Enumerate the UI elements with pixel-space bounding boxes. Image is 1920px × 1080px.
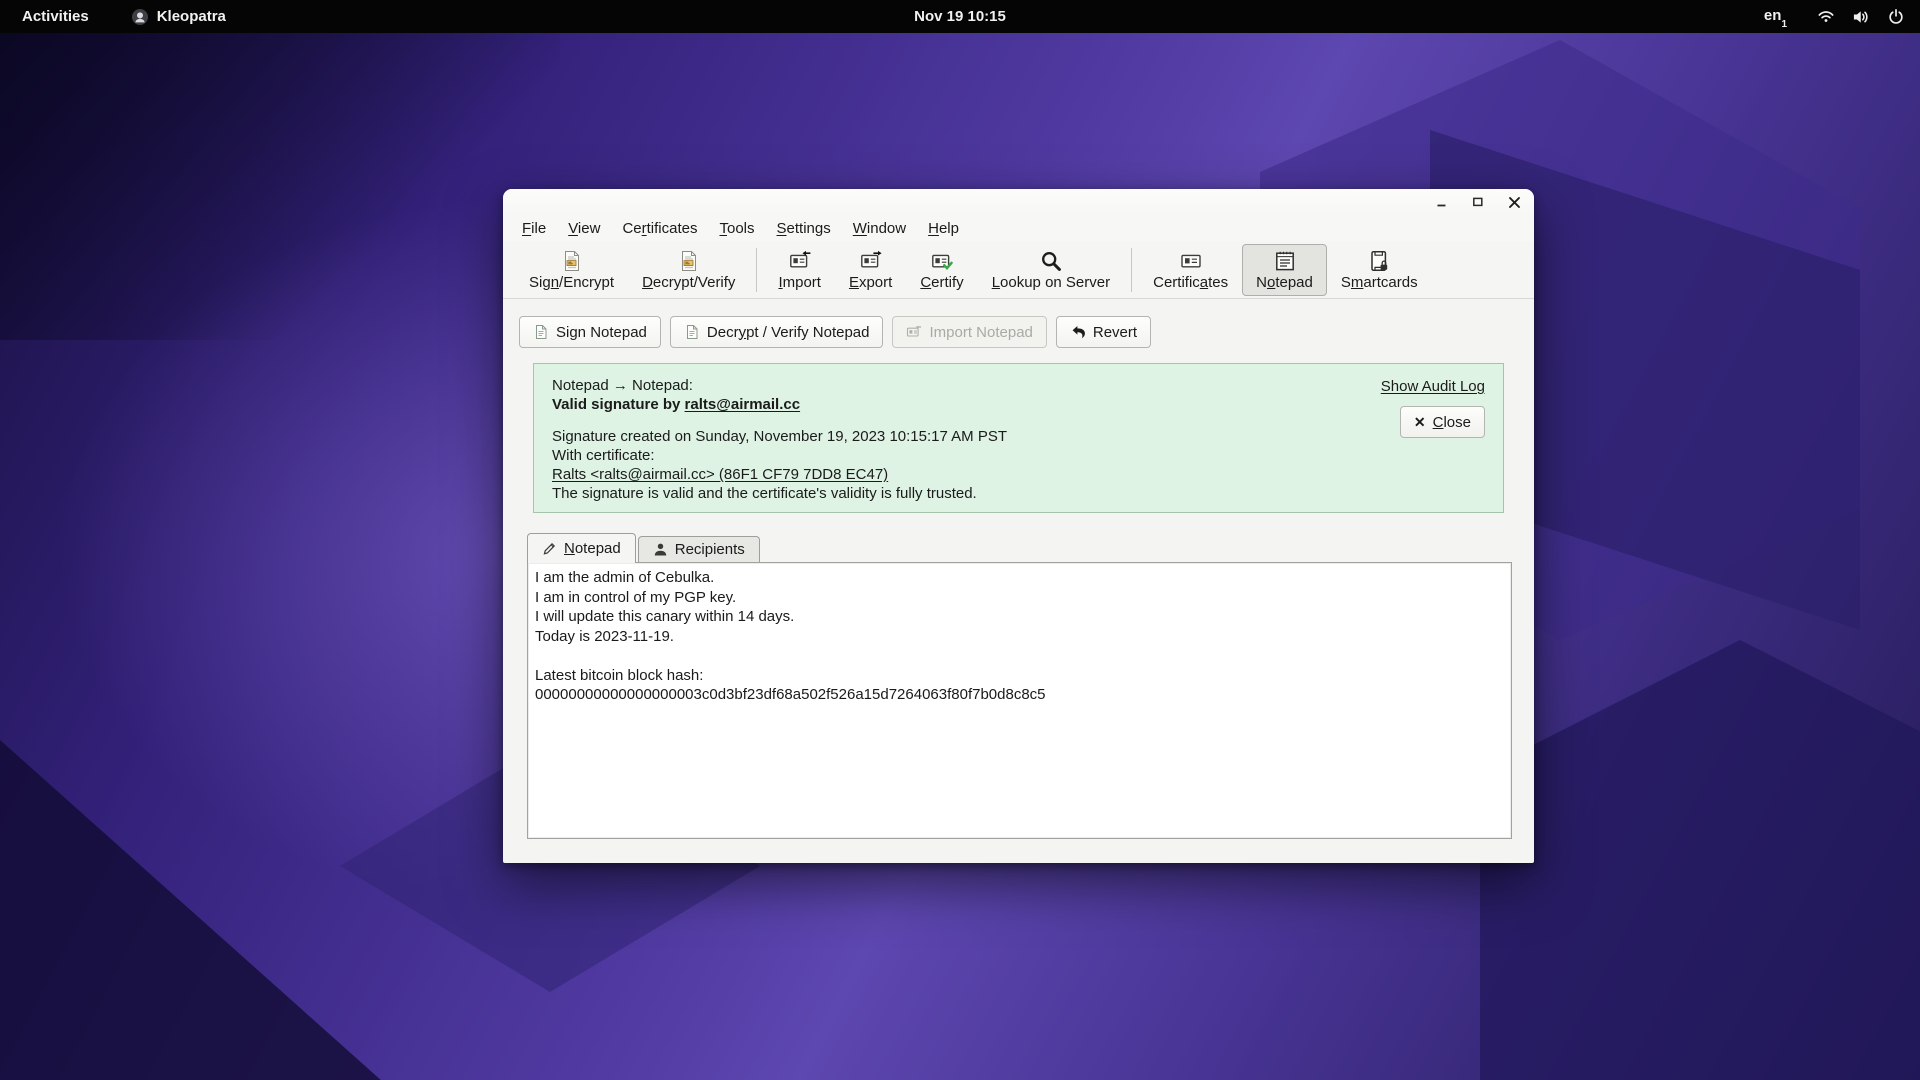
menu-view[interactable]: View [557, 217, 611, 240]
certificate-link[interactable]: Ralts <ralts@airmail.cc> (86F1 CF79 7DD8… [552, 466, 888, 483]
toolbar-label: Notepad [1256, 273, 1313, 291]
kleopatra-window: File View Certificates Tools Settings Wi… [503, 189, 1534, 863]
decrypt-verify-notepad-button[interactable]: Decrypt / Verify Notepad [669, 316, 884, 348]
activities-button[interactable]: Activities [14, 6, 97, 27]
keyboard-layout-sub: 1 [1781, 18, 1787, 30]
import-icon [788, 249, 812, 273]
show-audit-log-link[interactable]: Show Audit Log [1381, 378, 1485, 395]
pencil-icon [542, 541, 557, 556]
toolbar-decrypt-verify-button[interactable]: Decrypt/Verify [628, 244, 749, 296]
decrypt-verify-notepad-icon [684, 324, 700, 340]
toolbar-label: Lookup on Server [991, 273, 1111, 291]
minimize-button[interactable] [1434, 194, 1450, 210]
smartcards-icon [1367, 249, 1391, 273]
toolbar-smartcards-button[interactable]: Smartcards [1327, 244, 1432, 296]
keyboard-layout-label: en [1763, 6, 1782, 24]
kleopatra-icon [131, 8, 148, 25]
toolbar-certify-button[interactable]: Certify [906, 244, 977, 296]
toolbar-label: Certificates [1153, 273, 1229, 291]
power-icon[interactable] [1886, 7, 1906, 27]
menu-help[interactable]: Help [917, 217, 970, 240]
gnome-top-bar: Activities Kleopatra Nov 19 10:15 en1 [0, 0, 1920, 33]
import-notepad-button[interactable]: Import Notepad [892, 316, 1047, 348]
toolbar-label: Decrypt/Verify [642, 273, 736, 291]
notepad-pane [527, 562, 1512, 839]
toolbar-lookup-button[interactable]: Lookup on Server [978, 244, 1124, 296]
notepad-icon [1273, 249, 1297, 273]
tab-label: Notepad [564, 539, 621, 557]
toolbar-export-button[interactable]: Export [835, 244, 906, 296]
button-label: Close [1432, 413, 1471, 431]
decrypt-verify-icon [677, 249, 701, 273]
toolbar-label: Smartcards [1340, 273, 1418, 291]
panel-created-line: Signature created on Sunday, November 19… [552, 428, 1008, 445]
wallpaper-shape [1480, 640, 1920, 1080]
toolbar-import-button[interactable]: Import [764, 244, 835, 296]
toolbar-label: Certify [920, 273, 964, 291]
search-icon [1039, 249, 1063, 273]
certificates-icon [1179, 249, 1203, 273]
toolbar-label: Export [848, 273, 893, 291]
signer-link[interactable]: ralts@airmail.cc [685, 396, 801, 413]
toolbar-separator [756, 247, 758, 292]
sign-notepad-button[interactable]: Sign Notepad [519, 316, 661, 348]
valid-prefix: Valid signature by [552, 396, 685, 413]
menu-settings[interactable]: Settings [766, 217, 842, 240]
verification-result-panel: Notepad → Notepad: Valid signature by ra… [533, 363, 1504, 513]
maximize-button[interactable] [1470, 194, 1486, 210]
main-toolbar: Sign/Encrypt Decrypt/Verify Import Expor… [503, 241, 1534, 299]
app-indicator[interactable]: Kleopatra [123, 6, 234, 28]
menu-tools[interactable]: Tools [708, 217, 765, 240]
export-icon [859, 249, 883, 273]
notepad-textarea[interactable] [528, 563, 1511, 838]
sign-encrypt-icon [560, 249, 584, 273]
certify-icon [930, 249, 954, 273]
import-notepad-icon [906, 324, 922, 340]
revert-icon [1070, 324, 1086, 340]
button-label: Decrypt / Verify Notepad [706, 323, 870, 341]
sign-notepad-icon [533, 324, 549, 340]
close-window-button[interactable] [1506, 194, 1522, 210]
tab-notepad[interactable]: Notepad [527, 533, 636, 563]
panel-valid-line: Valid signature by ralts@airmail.cc [552, 396, 1007, 414]
volume-icon[interactable] [1851, 7, 1871, 27]
button-label: Import Notepad [929, 323, 1033, 341]
menu-certificates[interactable]: Certificates [611, 217, 708, 240]
toolbar-notepad-button[interactable]: Notepad [1242, 243, 1327, 296]
close-icon: ✕ [1413, 414, 1426, 430]
revert-button[interactable]: Revert [1055, 316, 1152, 348]
notepad-tabbar: Notepad Recipients [527, 532, 1534, 563]
button-label: Revert [1092, 323, 1138, 341]
menu-file[interactable]: File [511, 217, 557, 240]
toolbar-label: Import [778, 273, 821, 291]
toolbar-label: Sign/Encrypt [529, 273, 615, 291]
clock[interactable]: Nov 19 10:15 [906, 6, 1014, 27]
keyboard-layout-indicator[interactable]: en1 [1763, 6, 1787, 30]
person-icon [653, 542, 668, 557]
menubar: File View Certificates Tools Settings Wi… [503, 215, 1534, 241]
panel-route-line: Notepad → Notepad: [552, 377, 693, 394]
wifi-icon[interactable] [1816, 7, 1836, 27]
notepad-actions: Sign Notepad Decrypt / Verify Notepad Im… [519, 315, 1534, 349]
panel-with-certificate-line: With certificate: [552, 447, 655, 464]
tab-recipients[interactable]: Recipients [637, 536, 760, 562]
button-label: Sign Notepad [556, 323, 647, 341]
close-result-button[interactable]: ✕ Close [1399, 406, 1485, 438]
toolbar-certificates-button[interactable]: Certificates [1139, 244, 1242, 296]
toolbar-sign-encrypt-button[interactable]: Sign/Encrypt [515, 244, 628, 296]
menu-window[interactable]: Window [842, 217, 917, 240]
app-indicator-label: Kleopatra [156, 8, 226, 25]
window-titlebar [503, 189, 1534, 215]
tab-label: Recipients [674, 541, 745, 558]
panel-trust-line: The signature is valid and the certifica… [552, 485, 977, 502]
toolbar-separator [1131, 247, 1133, 292]
